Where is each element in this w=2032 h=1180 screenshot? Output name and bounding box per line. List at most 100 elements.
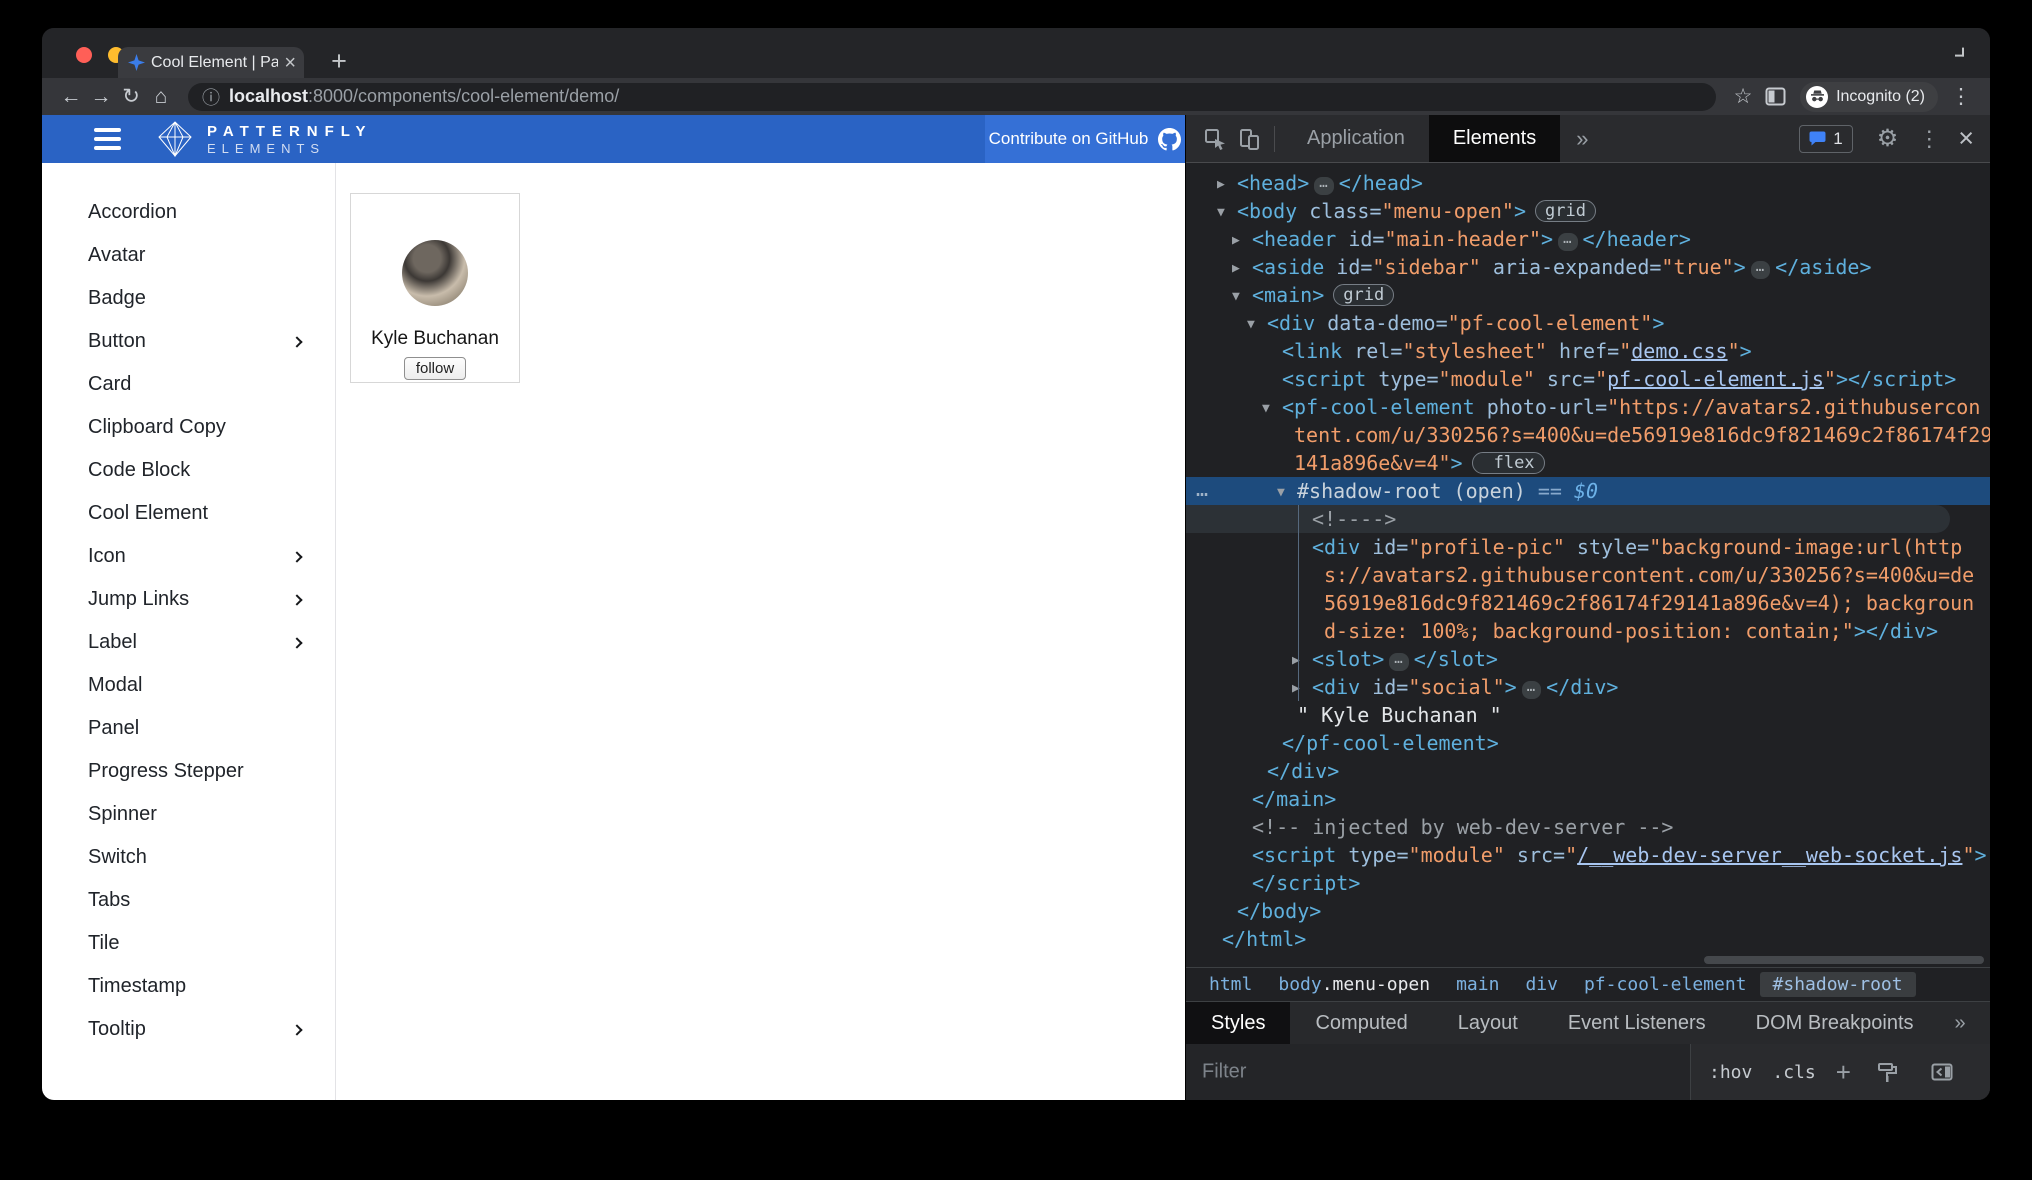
sidebar-item-timestamp[interactable]: Timestamp	[42, 965, 335, 1008]
more-tabs-icon[interactable]: »	[1576, 126, 1588, 152]
sidebar-item-icon[interactable]: Icon	[42, 535, 335, 578]
dom-tree-row[interactable]: ▼#shadow-root (open) == $0	[1186, 477, 1990, 505]
sidebar-item-jump-links[interactable]: Jump Links	[42, 578, 335, 621]
dom-tree-row[interactable]: d-size: 100%; background-position: conta…	[1186, 617, 1990, 645]
close-window-button[interactable]	[76, 47, 92, 63]
rendering-emulation-icon[interactable]	[1871, 1062, 1905, 1083]
dom-tree: ▶<head>…</head>▼<body class="menu-open">…	[1186, 163, 1990, 953]
dom-tree-row[interactable]: </pf-cool-element>	[1186, 729, 1990, 757]
new-style-rule-button[interactable]: +	[1836, 1059, 1851, 1085]
reload-button[interactable]: ↻	[116, 86, 146, 107]
back-button[interactable]: ←	[56, 86, 86, 107]
panel-more-tabs-icon[interactable]: »	[1939, 1002, 1982, 1044]
dom-tree-row[interactable]: <script type="module" src="/__web-dev-se…	[1186, 841, 1990, 869]
dom-tree-row[interactable]: ▶<head>…</head>	[1186, 169, 1990, 197]
devtools-close-icon[interactable]: ×	[1958, 125, 1974, 152]
dom-tree-row[interactable]: </div>	[1186, 757, 1990, 785]
dom-tree-row[interactable]: ▼<pf-cool-element photo-url="https://ava…	[1186, 393, 1990, 421]
dom-tree-row[interactable]: ▼<body class="menu-open">grid	[1186, 197, 1990, 225]
breadcrumb-main[interactable]: main	[1443, 972, 1512, 997]
show-sidebar-icon[interactable]	[1925, 1063, 1959, 1081]
sidebar-item-avatar[interactable]: Avatar	[42, 234, 335, 277]
dom-tree-row[interactable]: <!-- injected by web-dev-server -->	[1186, 813, 1990, 841]
devtools-menu-icon[interactable]: ⋮	[1918, 126, 1940, 152]
dom-tree-row[interactable]: ▶<div id="social">…</div>	[1186, 673, 1990, 701]
dom-tree-row[interactable]: </body>	[1186, 897, 1990, 925]
site-header: PATTERNFLY ELEMENTS Contribute on GitHub	[42, 115, 1185, 163]
breadcrumb-body[interactable]: body.menu-open	[1265, 972, 1443, 997]
sidebar-item-cool-element[interactable]: Cool Element	[42, 492, 335, 535]
sidebar-item-clipboard-copy[interactable]: Clipboard Copy	[42, 406, 335, 449]
sidebar-item-spinner[interactable]: Spinner	[42, 793, 335, 836]
dom-tree-row[interactable]: ▼<main>grid	[1186, 281, 1990, 309]
breadcrumb-div[interactable]: div	[1512, 972, 1571, 997]
panel-tab-layout[interactable]: Layout	[1433, 1002, 1543, 1044]
breadcrumb-pf-cool-element[interactable]: pf-cool-element	[1571, 972, 1760, 997]
home-button[interactable]: ⌂	[146, 86, 176, 107]
panel-tab-dom-breakpoints[interactable]: DOM Breakpoints	[1731, 1002, 1939, 1044]
forward-button[interactable]: →	[86, 86, 116, 107]
sidebar-item-label: Spinner	[88, 803, 157, 826]
dom-tree-row[interactable]: </main>	[1186, 785, 1990, 813]
tab-overview-chevron-icon[interactable]	[1955, 48, 1964, 57]
panel-tab-computed[interactable]: Computed	[1290, 1002, 1432, 1044]
issues-badge[interactable]: 1	[1799, 125, 1852, 153]
selected-row-menu-icon[interactable]: …	[1196, 477, 1208, 505]
follow-button[interactable]: follow	[404, 357, 466, 380]
dom-tree-row[interactable]: 141a896e&v=4">flex	[1186, 449, 1990, 477]
inspect-element-icon[interactable]	[1198, 128, 1232, 150]
dom-tree-row[interactable]: tent.com/u/330256?s=400&u=de56919e816dc9…	[1186, 421, 1990, 449]
address-bar[interactable]: ⓘ localhost:8000/components/cool-element…	[188, 83, 1716, 111]
devtools-tab-application[interactable]: Application	[1283, 115, 1429, 162]
contribute-github-link[interactable]: Contribute on GitHub	[985, 115, 1185, 163]
sidebar-item-progress-stepper[interactable]: Progress Stepper	[42, 750, 335, 793]
device-toolbar-icon[interactable]	[1232, 128, 1266, 150]
sidebar-item-tabs[interactable]: Tabs	[42, 879, 335, 922]
dom-tree-row[interactable]: <div id="profile-pic" style="background-…	[1186, 533, 1990, 561]
tab-close-icon[interactable]: ×	[284, 53, 296, 73]
menu-toggle-button[interactable]	[94, 128, 121, 150]
dom-tree-row[interactable]: ▶<header id="main-header">…</header>	[1186, 225, 1990, 253]
site-info-icon[interactable]: ⓘ	[202, 84, 220, 110]
styles-filter-input[interactable]: Filter	[1202, 1061, 1246, 1084]
breadcrumb-shadow-root[interactable]: #shadow-root	[1760, 972, 1916, 997]
sidebar-item-tile[interactable]: Tile	[42, 922, 335, 965]
browser-menu-icon[interactable]: ⋮	[1946, 86, 1976, 107]
dom-tree-row[interactable]: ▶<aside id="sidebar" aria-expanded="true…	[1186, 253, 1990, 281]
breadcrumb: htmlbody.menu-openmaindivpf-cool-element…	[1186, 967, 1990, 1001]
chevron-right-icon	[291, 551, 302, 562]
panel-tab-styles[interactable]: Styles	[1186, 1002, 1290, 1044]
sidebar-item-modal[interactable]: Modal	[42, 664, 335, 707]
sidebar-item-accordion[interactable]: Accordion	[42, 191, 335, 234]
bookmark-star-icon[interactable]: ☆	[1728, 86, 1758, 107]
browser-tab[interactable]: Cool Element | PatternFly Elem ×	[118, 47, 304, 78]
toggle-element-state-button[interactable]: :hov	[1709, 1062, 1752, 1083]
element-classes-button[interactable]: .cls	[1772, 1062, 1815, 1083]
dom-tree-row[interactable]: <script type="module" src="pf-cool-eleme…	[1186, 365, 1990, 393]
sidebar-item-tooltip[interactable]: Tooltip	[42, 1008, 335, 1051]
sidebar-item-label[interactable]: Label	[42, 621, 335, 664]
dom-tree-row[interactable]: 56919e816dc9f821469c2f86174f29141a896e&v…	[1186, 589, 1990, 617]
new-tab-button[interactable]: +	[324, 46, 354, 77]
panel-tab-event-listeners[interactable]: Event Listeners	[1543, 1002, 1731, 1044]
devtools-tab-elements[interactable]: Elements	[1429, 115, 1560, 162]
sidebar-item-switch[interactable]: Switch	[42, 836, 335, 879]
dom-tree-row[interactable]: " Kyle Buchanan "	[1186, 701, 1990, 729]
settings-gear-icon[interactable]: ⚙	[1877, 124, 1899, 153]
dom-tree-row[interactable]: ▼<div data-demo="pf-cool-element">	[1186, 309, 1990, 337]
dom-tree-row[interactable]: </script>	[1186, 869, 1990, 897]
dom-tree-row[interactable]: s://avatars2.githubusercontent.com/u/330…	[1186, 561, 1990, 589]
dom-tree-row[interactable]: </html>	[1186, 925, 1990, 953]
dom-tree-row[interactable]: <!---->	[1186, 505, 1950, 533]
horizontal-scrollbar[interactable]	[1704, 956, 1984, 964]
breadcrumb-html[interactable]: html	[1196, 972, 1265, 997]
sidebar-item-code-block[interactable]: Code Block	[42, 449, 335, 492]
dom-tree-row[interactable]: ▶<slot>…</slot>	[1186, 645, 1990, 673]
sidebar-item-button[interactable]: Button	[42, 320, 335, 363]
sidebar-item-badge[interactable]: Badge	[42, 277, 335, 320]
side-panel-icon[interactable]	[1758, 87, 1792, 106]
browser-window: Cool Element | PatternFly Elem × + ← → ↻…	[42, 28, 1990, 1100]
sidebar-item-panel[interactable]: Panel	[42, 707, 335, 750]
dom-tree-row[interactable]: <link rel="stylesheet" href="demo.css">	[1186, 337, 1990, 365]
sidebar-item-card[interactable]: Card	[42, 363, 335, 406]
